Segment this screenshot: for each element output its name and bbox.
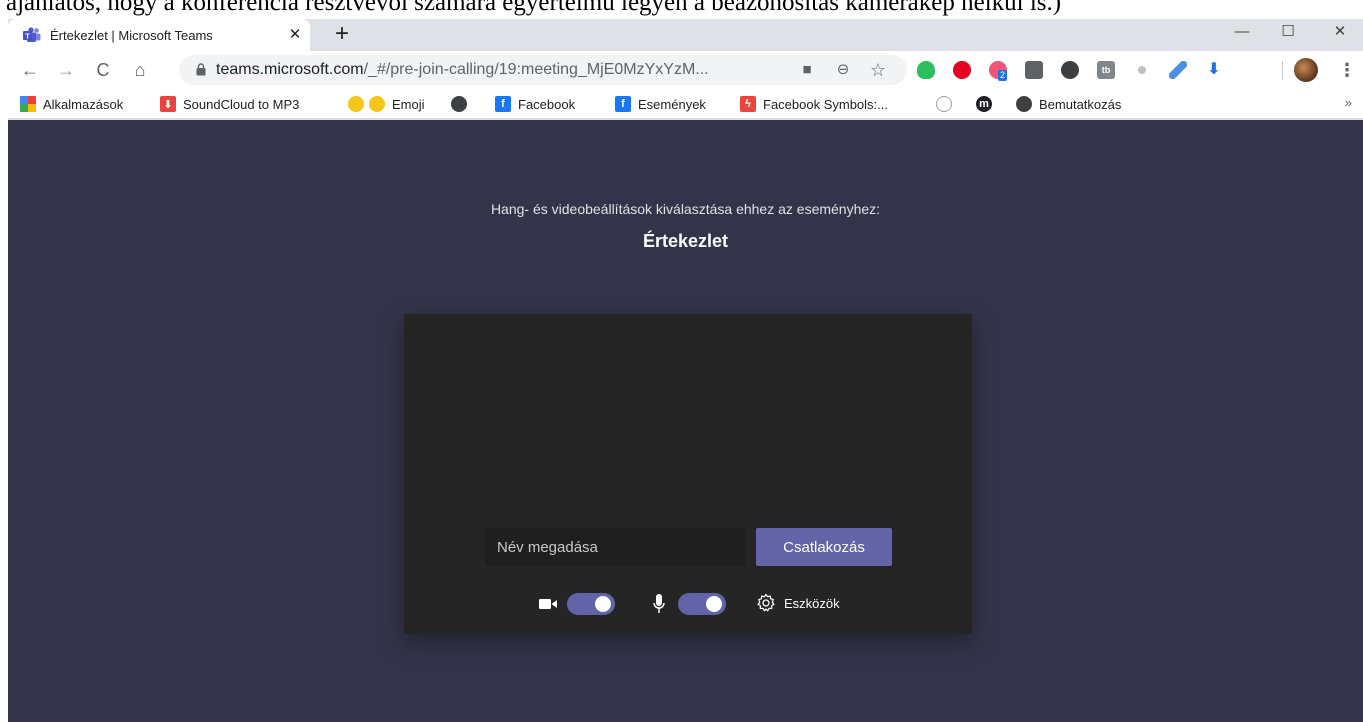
browser-toolbar: ← → C ⌂ teams.microsoft.com/_#/pre-join-… [8, 51, 1363, 89]
forward-button[interactable]: → [54, 58, 78, 82]
bookmark-apps[interactable]: Alkalmazások [20, 95, 123, 113]
emoji-icon [369, 96, 385, 112]
home-button[interactable]: ⌂ [128, 58, 152, 82]
name-input[interactable] [485, 528, 745, 566]
download-red-icon: ⬇ [160, 96, 176, 112]
toggle-knob [595, 596, 611, 612]
globe-icon [451, 96, 467, 112]
teams-icon: T [23, 27, 41, 43]
bookmark-label: SoundCloud to MP3 [183, 96, 300, 112]
maximize-button[interactable]: ☐ [1265, 19, 1311, 49]
svg-text:T: T [25, 31, 30, 40]
bookmark-label: Alkalmazások [43, 96, 124, 112]
lightning-icon: ϟ [740, 96, 756, 112]
smiley-icon [348, 96, 364, 112]
globe-icon [1016, 96, 1032, 112]
download-circle-icon[interactable] [1061, 61, 1079, 79]
url-path: /_#/pre-join-calling/19:meeting_MjE0MzYx… [363, 61, 709, 78]
gear-icon[interactable] [756, 593, 776, 613]
toolbar-divider [1282, 61, 1283, 80]
download-box-icon[interactable] [1025, 61, 1043, 79]
join-button[interactable]: Csatlakozás [756, 528, 892, 566]
bookmark-label: Bemutatkozás [1039, 96, 1122, 112]
feather-icon[interactable] [1169, 61, 1187, 79]
bookmark-medium[interactable]: m [976, 95, 999, 113]
sparkle-icon[interactable] [1133, 61, 1151, 79]
evernote-icon[interactable] [917, 61, 935, 79]
facebook-icon: f [495, 96, 511, 112]
address-url[interactable]: teams.microsoft.com/_#/pre-join-calling/… [216, 61, 709, 79]
m-circle-icon: m [976, 96, 992, 112]
new-tab-button[interactable]: + [329, 22, 355, 48]
bookmark-esemenyek[interactable]: f Események [615, 95, 706, 113]
prejoin-prompt: Hang- és videobeállítások kiválasztása e… [490, 201, 881, 217]
facebook-icon: f [615, 96, 631, 112]
menu-icon[interactable]: ⋮ [1338, 58, 1356, 82]
extension-badge-count: 2 [998, 70, 1008, 81]
bookmark-label: Emoji [392, 96, 425, 112]
arrow-down-icon[interactable]: ⬇ [1205, 61, 1223, 79]
meeting-title: Értekezlet [642, 231, 729, 251]
tab-teams[interactable]: T Értekezlet | Microsoft Teams ✕ [8, 19, 310, 51]
camera-indicator-icon[interactable]: ■ [797, 60, 817, 80]
bookmark-globe[interactable] [451, 95, 474, 113]
bookmark-facebook-symbols[interactable]: ϟ Facebook Symbols:... [740, 95, 888, 113]
device-controls: Eszközök [404, 591, 972, 617]
caption-text: ajánlatos, hogy a konferencia résztvevői… [6, 0, 1062, 16]
bookmark-emoji[interactable]: Emoji [348, 95, 425, 113]
minimize-button[interactable]: — [1219, 19, 1265, 49]
devices-button[interactable]: Eszközök [784, 596, 840, 611]
bookmarks-more-button[interactable]: » [1345, 95, 1352, 110]
apps-grid-icon [20, 96, 36, 112]
back-button[interactable]: ← [18, 58, 42, 82]
window-close-button[interactable]: ✕ [1317, 19, 1363, 49]
bookmark-label: Facebook Symbols:... [763, 96, 888, 112]
bookmark-soundcloud[interactable]: ⬇ SoundCloud to MP3 [160, 95, 299, 113]
bookmark-label: Események [638, 96, 706, 112]
profile-avatar[interactable] [1294, 58, 1318, 82]
url-host: teams.microsoft.com [216, 61, 364, 78]
browser-window: T Értekezlet | Microsoft Teams ✕ + — ☐ ✕… [8, 19, 1363, 722]
lock-icon[interactable] [196, 63, 206, 76]
camera-icon [539, 599, 557, 609]
tab-close-icon[interactable]: ✕ [286, 26, 304, 44]
bookmark-star-icon[interactable]: ☆ [868, 60, 888, 80]
toggle-knob [706, 596, 722, 612]
bookmark-label: Facebook [518, 96, 576, 112]
zoom-icon[interactable]: ⊖ [833, 60, 853, 80]
tb-icon[interactable]: tb [1097, 61, 1115, 79]
reload-button[interactable]: C [91, 58, 115, 82]
extension-badge-icon[interactable]: 2 [989, 61, 1008, 81]
microphone-toggle[interactable] [678, 593, 726, 615]
bookmark-facebook[interactable]: f Facebook [495, 95, 575, 113]
caption-text-strip: ajánlatos, hogy a konferencia résztvevői… [0, 0, 1363, 19]
tab-strip: T Értekezlet | Microsoft Teams ✕ + — ☐ ✕ [8, 19, 1363, 51]
microphone-icon [653, 594, 665, 613]
bookmarks-bar: Alkalmazások ⬇ SoundCloud to MP3 Emoji f… [8, 89, 1363, 119]
seal-icon [936, 96, 952, 112]
address-bar[interactable]: teams.microsoft.com/_#/pre-join-calling/… [179, 55, 907, 85]
bookmark-bemutatkozas[interactable]: Bemutatkozás [1016, 95, 1121, 113]
bookmark-seal[interactable] [936, 95, 959, 113]
camera-toggle[interactable] [567, 593, 615, 615]
tab-title: Értekezlet | Microsoft Teams [50, 27, 213, 43]
pinterest-icon[interactable] [953, 61, 971, 79]
video-preview-panel: Csatlakozás [404, 314, 972, 634]
teams-prejoin-screen: Hang- és videobeállítások kiválasztása e… [8, 120, 1363, 722]
